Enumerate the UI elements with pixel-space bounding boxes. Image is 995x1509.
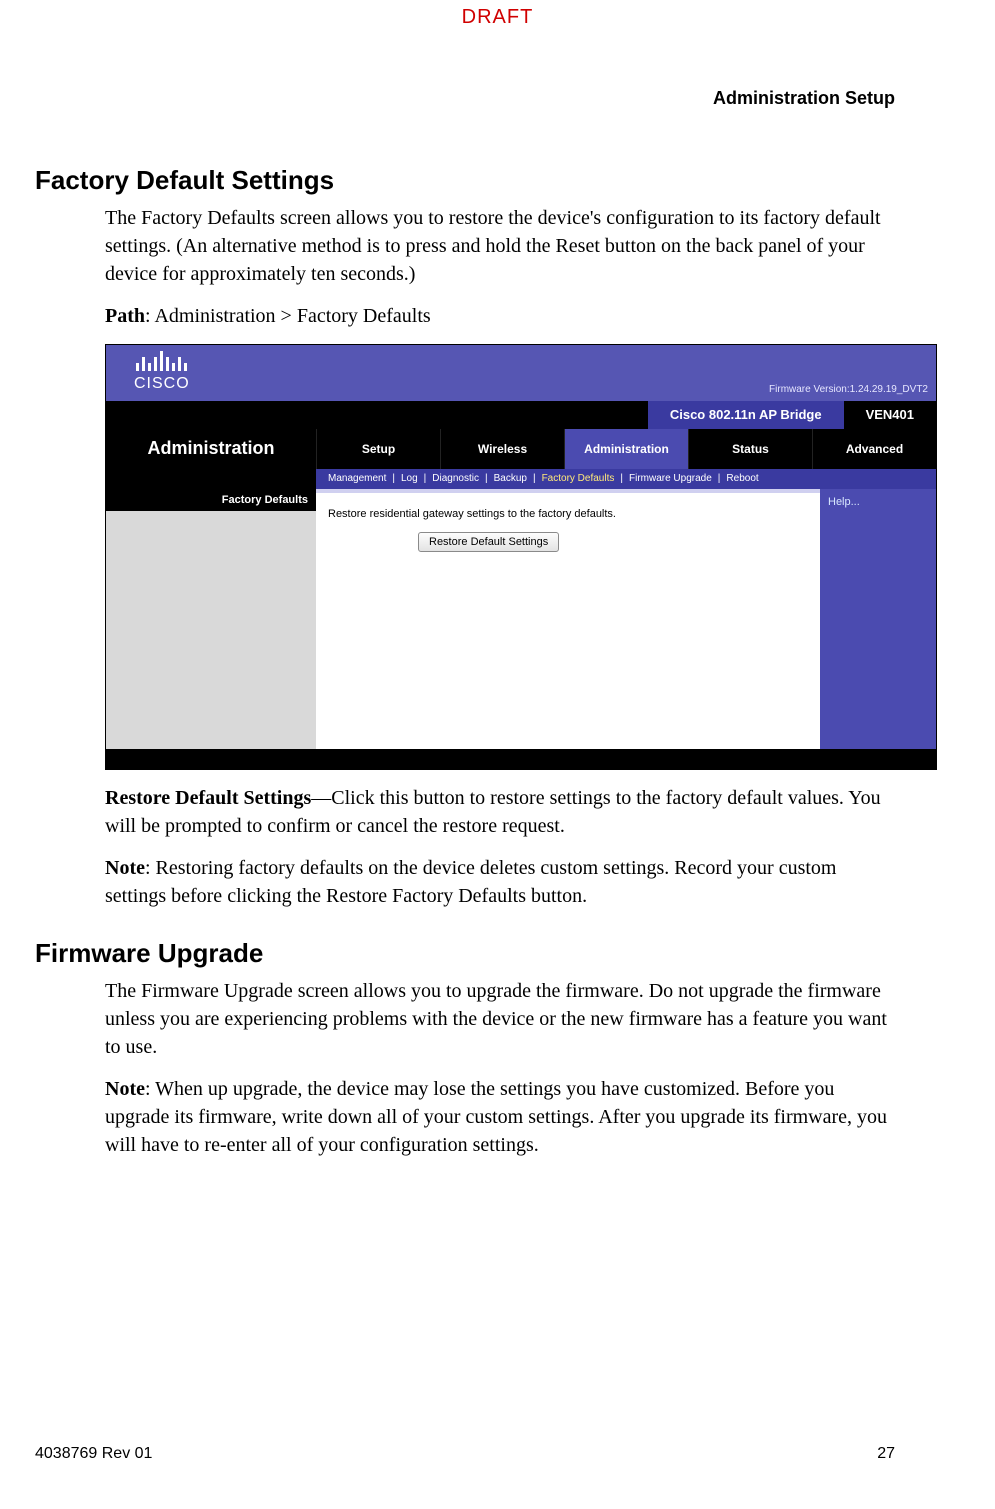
restore-settings-para: Restore Default Settings—Click this butt… xyxy=(105,784,895,840)
restore-label: Restore Default Settings xyxy=(105,787,311,809)
tab-administration[interactable]: Administration xyxy=(564,429,688,469)
footer-doc-id: 4038769 Rev 01 xyxy=(35,1445,152,1463)
tab-status[interactable]: Status xyxy=(688,429,812,469)
path-line: Path: Administration > Factory Defaults xyxy=(105,302,895,330)
restore-default-settings-button[interactable]: Restore Default Settings xyxy=(418,532,559,552)
firmware-version: Firmware Version:1.24.29.19_DVT2 xyxy=(769,383,928,397)
firmware-note-para: Note: When up upgrade, the device may lo… xyxy=(105,1075,895,1159)
section-title-factory-defaults: Factory Default Settings xyxy=(35,165,895,196)
subtab-backup[interactable]: Backup xyxy=(488,472,533,486)
main-tabs: Setup Wireless Administration Status Adv… xyxy=(316,429,936,469)
note-label-2: Note xyxy=(105,1078,145,1100)
shot-model-row: Cisco 802.11n AP Bridge VEN401 xyxy=(106,401,936,429)
footer-page-num: 27 xyxy=(877,1445,895,1463)
page-header: Administration Setup xyxy=(713,88,895,109)
tab-setup[interactable]: Setup xyxy=(316,429,440,469)
path-value: : Administration > Factory Defaults xyxy=(145,305,431,327)
cisco-brand-text: CISCO xyxy=(134,373,190,395)
sidebar-label: Factory Defaults xyxy=(222,489,308,511)
center-topline xyxy=(316,489,820,493)
sidebar-body xyxy=(106,511,316,749)
draft-watermark: DRAFT xyxy=(0,6,995,29)
tab-wireless[interactable]: Wireless xyxy=(440,429,564,469)
help-panel[interactable]: Help... xyxy=(820,489,936,749)
subtab-firmware-upgrade[interactable]: Firmware Upgrade xyxy=(623,472,718,486)
router-screenshot: CISCO Firmware Version:1.24.29.19_DVT2 C… xyxy=(105,344,937,770)
subtab-log[interactable]: Log xyxy=(395,472,424,486)
note-text-1: : Restoring factory defaults on the devi… xyxy=(105,857,836,907)
subtab-reboot[interactable]: Reboot xyxy=(720,472,764,486)
shot-center-pane: Restore residential gateway settings to … xyxy=(316,489,820,749)
cisco-logo-bars-icon xyxy=(136,351,187,371)
section-title-firmware-upgrade: Firmware Upgrade xyxy=(35,938,895,969)
cisco-logo: CISCO xyxy=(134,351,190,395)
subtab-management[interactable]: Management xyxy=(322,472,392,486)
note-label-1: Note xyxy=(105,857,145,879)
note-text-2: : When up upgrade, the device may lose t… xyxy=(105,1078,887,1156)
path-label: Path xyxy=(105,305,145,327)
factory-note-para: Note: Restoring factory defaults on the … xyxy=(105,854,895,910)
shot-sidebar: Factory Defaults xyxy=(106,489,316,749)
subtab-diagnostic[interactable]: Diagnostic xyxy=(426,472,485,486)
shot-bottombar xyxy=(106,749,936,769)
nav-section-title: Administration xyxy=(106,429,316,469)
sub-tabs: Management| Log| Diagnostic| Backup| Fac… xyxy=(316,469,936,489)
center-text: Restore residential gateway settings to … xyxy=(328,507,808,522)
shot-topbar: CISCO Firmware Version:1.24.29.19_DVT2 xyxy=(106,345,936,401)
subtab-factory-defaults[interactable]: Factory Defaults xyxy=(536,472,621,486)
model-sku: VEN401 xyxy=(844,406,936,424)
subnav-spacer xyxy=(106,469,316,489)
tab-advanced[interactable]: Advanced xyxy=(812,429,936,469)
factory-defaults-desc: The Factory Defaults screen allows you t… xyxy=(105,204,895,288)
firmware-desc: The Firmware Upgrade screen allows you t… xyxy=(105,977,895,1061)
model-name: Cisco 802.11n AP Bridge xyxy=(648,401,844,429)
